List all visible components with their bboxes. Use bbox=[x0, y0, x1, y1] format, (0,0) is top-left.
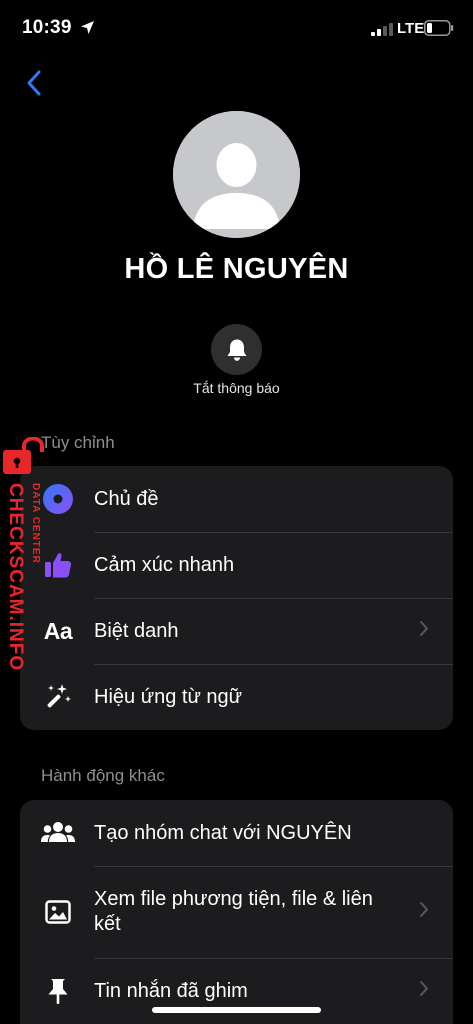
row-label-view-media: Xem file phương tiện, file & liên kết bbox=[94, 888, 373, 935]
row-create-group[interactable]: Tạo nhóm chat với NGUYÊN bbox=[20, 800, 453, 866]
image-icon bbox=[40, 894, 76, 930]
row-word-effects[interactable]: Hiệu ứng từ ngữ bbox=[20, 664, 453, 730]
row-label-word-effects: Hiệu ứng từ ngữ bbox=[94, 685, 243, 708]
watermark: CHECKSCAM.INFO DATA CENTER bbox=[0, 437, 56, 671]
default-person-icon bbox=[173, 111, 300, 238]
watermark-main-text: CHECKSCAM.INFO bbox=[5, 483, 26, 672]
pin-icon bbox=[40, 973, 76, 1009]
contact-details-screen: 10:39 LTE HỒ LÊ NGUYÊN Tắt thông báo Tùy… bbox=[0, 0, 473, 1024]
row-pinned-messages[interactable]: Tin nhắn đã ghim bbox=[20, 958, 453, 1024]
magic-wand-icon bbox=[40, 679, 76, 715]
row-view-media[interactable]: Xem file phương tiện, file & liên kết bbox=[20, 866, 453, 958]
status-bar: 10:39 LTE bbox=[0, 0, 473, 56]
row-theme[interactable]: Chủ đề bbox=[20, 466, 453, 532]
other-actions-card: Tạo nhóm chat với NGUYÊN Xem file phương… bbox=[20, 800, 453, 1024]
profile-name: HỒ LÊ NGUYÊN bbox=[124, 253, 349, 285]
avatar[interactable] bbox=[173, 111, 300, 238]
network-type: LTE bbox=[397, 20, 425, 37]
section-title-other-actions: Hành động khác bbox=[41, 766, 165, 785]
row-label-pinned-messages: Tin nhắn đã ghim bbox=[94, 979, 248, 1002]
row-label-quick-reaction: Cảm xúc nhanh bbox=[94, 553, 235, 576]
chevron-right-icon bbox=[419, 620, 429, 642]
mute-notifications-button[interactable] bbox=[211, 324, 262, 375]
chevron-right-icon bbox=[419, 980, 429, 1002]
status-time: 10:39 bbox=[22, 17, 72, 38]
group-icon bbox=[40, 815, 76, 851]
row-nickname[interactable]: Aa Biệt danh bbox=[20, 598, 453, 664]
customize-card: Chủ đề Cảm xúc nhanh Aa Biệt danh Hiệu ứ… bbox=[20, 466, 453, 730]
back-button[interactable] bbox=[18, 66, 50, 100]
bell-icon bbox=[227, 339, 246, 361]
chevron-right-icon bbox=[419, 901, 429, 923]
chevron-left-icon bbox=[27, 70, 41, 96]
battery-icon bbox=[424, 20, 454, 41]
signal-bars-icon bbox=[371, 23, 393, 41]
home-indicator[interactable] bbox=[152, 1007, 321, 1013]
watermark-sub-text: DATA CENTER bbox=[30, 483, 41, 564]
row-label-nickname: Biệt danh bbox=[94, 619, 179, 642]
row-label-create-group: Tạo nhóm chat với NGUYÊN bbox=[94, 821, 352, 844]
row-label-theme: Chủ đề bbox=[94, 487, 159, 510]
padlock-icon bbox=[3, 437, 44, 474]
mute-notifications-label: Tắt thông báo bbox=[193, 380, 280, 396]
row-quick-reaction[interactable]: Cảm xúc nhanh bbox=[20, 532, 453, 598]
location-arrow-icon bbox=[80, 20, 95, 40]
